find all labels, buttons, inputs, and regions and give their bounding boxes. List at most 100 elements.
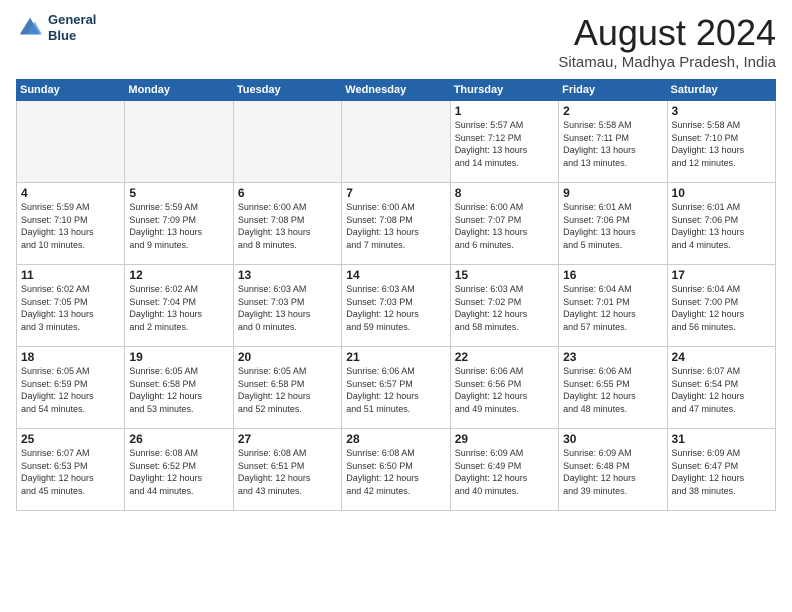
day-info: Sunrise: 5:58 AM Sunset: 7:11 PM Dayligh…	[563, 119, 662, 169]
day-number: 24	[672, 350, 771, 364]
calendar-cell: 9Sunrise: 6:01 AM Sunset: 7:06 PM Daylig…	[559, 183, 667, 265]
day-info: Sunrise: 6:04 AM Sunset: 7:00 PM Dayligh…	[672, 283, 771, 333]
day-info: Sunrise: 6:00 AM Sunset: 7:08 PM Dayligh…	[346, 201, 445, 251]
day-info: Sunrise: 6:00 AM Sunset: 7:07 PM Dayligh…	[455, 201, 554, 251]
calendar-cell: 11Sunrise: 6:02 AM Sunset: 7:05 PM Dayli…	[17, 265, 125, 347]
calendar-cell: 4Sunrise: 5:59 AM Sunset: 7:10 PM Daylig…	[17, 183, 125, 265]
day-number: 10	[672, 186, 771, 200]
calendar-cell: 31Sunrise: 6:09 AM Sunset: 6:47 PM Dayli…	[667, 429, 775, 511]
calendar-cell: 7Sunrise: 6:00 AM Sunset: 7:08 PM Daylig…	[342, 183, 450, 265]
day-info: Sunrise: 6:03 AM Sunset: 7:02 PM Dayligh…	[455, 283, 554, 333]
calendar-cell: 20Sunrise: 6:05 AM Sunset: 6:58 PM Dayli…	[233, 347, 341, 429]
day-number: 14	[346, 268, 445, 282]
day-number: 22	[455, 350, 554, 364]
day-info: Sunrise: 6:04 AM Sunset: 7:01 PM Dayligh…	[563, 283, 662, 333]
day-info: Sunrise: 6:07 AM Sunset: 6:54 PM Dayligh…	[672, 365, 771, 415]
calendar-cell	[342, 101, 450, 183]
day-number: 5	[129, 186, 228, 200]
day-number: 25	[21, 432, 120, 446]
day-number: 30	[563, 432, 662, 446]
day-info: Sunrise: 5:59 AM Sunset: 7:10 PM Dayligh…	[21, 201, 120, 251]
subtitle: Sitamau, Madhya Pradesh, India	[558, 54, 776, 71]
day-number: 16	[563, 268, 662, 282]
calendar-cell: 28Sunrise: 6:08 AM Sunset: 6:50 PM Dayli…	[342, 429, 450, 511]
day-info: Sunrise: 6:07 AM Sunset: 6:53 PM Dayligh…	[21, 447, 120, 497]
day-info: Sunrise: 6:06 AM Sunset: 6:56 PM Dayligh…	[455, 365, 554, 415]
day-info: Sunrise: 6:06 AM Sunset: 6:57 PM Dayligh…	[346, 365, 445, 415]
day-info: Sunrise: 6:03 AM Sunset: 7:03 PM Dayligh…	[238, 283, 337, 333]
day-number: 26	[129, 432, 228, 446]
day-info: Sunrise: 6:05 AM Sunset: 6:59 PM Dayligh…	[21, 365, 120, 415]
calendar-cell: 12Sunrise: 6:02 AM Sunset: 7:04 PM Dayli…	[125, 265, 233, 347]
page-container: General Blue August 2024 Sitamau, Madhya…	[0, 0, 792, 519]
calendar-cell: 19Sunrise: 6:05 AM Sunset: 6:58 PM Dayli…	[125, 347, 233, 429]
day-number: 31	[672, 432, 771, 446]
calendar-cell	[233, 101, 341, 183]
calendar-week-1: 1Sunrise: 5:57 AM Sunset: 7:12 PM Daylig…	[17, 101, 776, 183]
day-number: 29	[455, 432, 554, 446]
calendar-header-row: SundayMondayTuesdayWednesdayThursdayFrid…	[17, 80, 776, 101]
day-number: 21	[346, 350, 445, 364]
day-number: 23	[563, 350, 662, 364]
day-info: Sunrise: 6:09 AM Sunset: 6:49 PM Dayligh…	[455, 447, 554, 497]
day-info: Sunrise: 6:05 AM Sunset: 6:58 PM Dayligh…	[238, 365, 337, 415]
day-number: 15	[455, 268, 554, 282]
day-info: Sunrise: 6:01 AM Sunset: 7:06 PM Dayligh…	[672, 201, 771, 251]
day-info: Sunrise: 5:58 AM Sunset: 7:10 PM Dayligh…	[672, 119, 771, 169]
day-info: Sunrise: 6:06 AM Sunset: 6:55 PM Dayligh…	[563, 365, 662, 415]
day-number: 4	[21, 186, 120, 200]
calendar-week-5: 25Sunrise: 6:07 AM Sunset: 6:53 PM Dayli…	[17, 429, 776, 511]
day-info: Sunrise: 6:02 AM Sunset: 7:05 PM Dayligh…	[21, 283, 120, 333]
calendar-header-sunday: Sunday	[17, 80, 125, 101]
calendar-week-3: 11Sunrise: 6:02 AM Sunset: 7:05 PM Dayli…	[17, 265, 776, 347]
calendar-cell: 3Sunrise: 5:58 AM Sunset: 7:10 PM Daylig…	[667, 101, 775, 183]
day-info: Sunrise: 6:08 AM Sunset: 6:51 PM Dayligh…	[238, 447, 337, 497]
day-info: Sunrise: 6:09 AM Sunset: 6:48 PM Dayligh…	[563, 447, 662, 497]
calendar-header-monday: Monday	[125, 80, 233, 101]
calendar-header-saturday: Saturday	[667, 80, 775, 101]
day-info: Sunrise: 6:03 AM Sunset: 7:03 PM Dayligh…	[346, 283, 445, 333]
calendar-cell: 14Sunrise: 6:03 AM Sunset: 7:03 PM Dayli…	[342, 265, 450, 347]
calendar-table: SundayMondayTuesdayWednesdayThursdayFrid…	[16, 79, 776, 511]
calendar-cell: 16Sunrise: 6:04 AM Sunset: 7:01 PM Dayli…	[559, 265, 667, 347]
day-number: 2	[563, 104, 662, 118]
calendar-cell: 24Sunrise: 6:07 AM Sunset: 6:54 PM Dayli…	[667, 347, 775, 429]
logo-text: General Blue	[48, 12, 96, 43]
day-number: 9	[563, 186, 662, 200]
calendar-cell: 27Sunrise: 6:08 AM Sunset: 6:51 PM Dayli…	[233, 429, 341, 511]
calendar-cell: 15Sunrise: 6:03 AM Sunset: 7:02 PM Dayli…	[450, 265, 558, 347]
day-info: Sunrise: 5:59 AM Sunset: 7:09 PM Dayligh…	[129, 201, 228, 251]
day-number: 1	[455, 104, 554, 118]
month-title: August 2024	[558, 12, 776, 54]
day-number: 12	[129, 268, 228, 282]
calendar-cell: 18Sunrise: 6:05 AM Sunset: 6:59 PM Dayli…	[17, 347, 125, 429]
day-number: 7	[346, 186, 445, 200]
day-info: Sunrise: 6:02 AM Sunset: 7:04 PM Dayligh…	[129, 283, 228, 333]
calendar-header-friday: Friday	[559, 80, 667, 101]
calendar-cell: 5Sunrise: 5:59 AM Sunset: 7:09 PM Daylig…	[125, 183, 233, 265]
day-number: 6	[238, 186, 337, 200]
calendar-cell: 8Sunrise: 6:00 AM Sunset: 7:07 PM Daylig…	[450, 183, 558, 265]
day-number: 3	[672, 104, 771, 118]
calendar-week-2: 4Sunrise: 5:59 AM Sunset: 7:10 PM Daylig…	[17, 183, 776, 265]
day-info: Sunrise: 6:09 AM Sunset: 6:47 PM Dayligh…	[672, 447, 771, 497]
calendar-cell: 10Sunrise: 6:01 AM Sunset: 7:06 PM Dayli…	[667, 183, 775, 265]
day-number: 20	[238, 350, 337, 364]
calendar-cell: 21Sunrise: 6:06 AM Sunset: 6:57 PM Dayli…	[342, 347, 450, 429]
header: General Blue August 2024 Sitamau, Madhya…	[16, 12, 776, 71]
day-info: Sunrise: 6:01 AM Sunset: 7:06 PM Dayligh…	[563, 201, 662, 251]
calendar-cell: 6Sunrise: 6:00 AM Sunset: 7:08 PM Daylig…	[233, 183, 341, 265]
day-number: 18	[21, 350, 120, 364]
day-number: 19	[129, 350, 228, 364]
day-info: Sunrise: 5:57 AM Sunset: 7:12 PM Dayligh…	[455, 119, 554, 169]
calendar-cell: 23Sunrise: 6:06 AM Sunset: 6:55 PM Dayli…	[559, 347, 667, 429]
calendar-header-thursday: Thursday	[450, 80, 558, 101]
day-info: Sunrise: 6:08 AM Sunset: 6:50 PM Dayligh…	[346, 447, 445, 497]
calendar-cell: 26Sunrise: 6:08 AM Sunset: 6:52 PM Dayli…	[125, 429, 233, 511]
logo-icon	[16, 14, 44, 42]
title-block: August 2024 Sitamau, Madhya Pradesh, Ind…	[558, 12, 776, 71]
day-number: 13	[238, 268, 337, 282]
day-number: 17	[672, 268, 771, 282]
day-number: 27	[238, 432, 337, 446]
day-info: Sunrise: 6:05 AM Sunset: 6:58 PM Dayligh…	[129, 365, 228, 415]
